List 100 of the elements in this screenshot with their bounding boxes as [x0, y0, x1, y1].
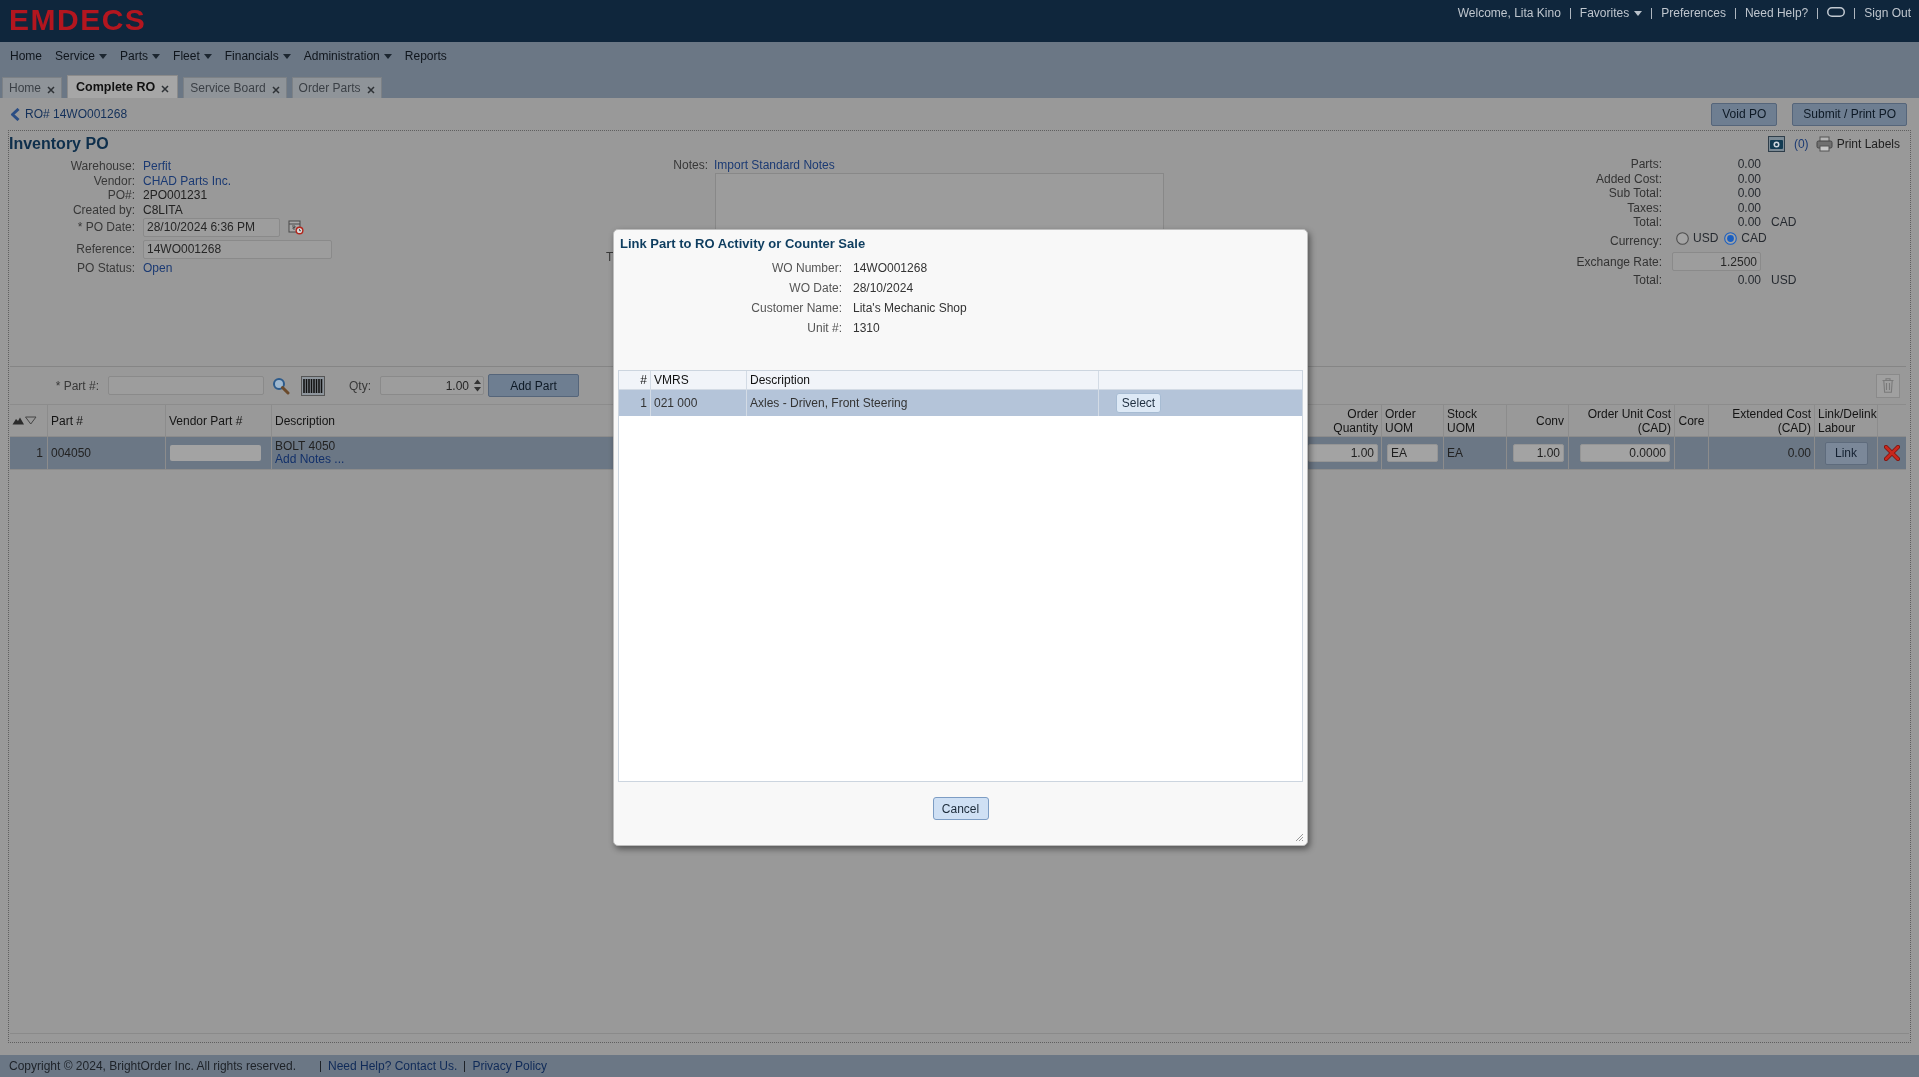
- vmrs-code: 021 000: [654, 395, 698, 412]
- caret-icon: [99, 53, 108, 59]
- currency-unit: CAD: [1771, 214, 1797, 232]
- barcode-icon[interactable]: [301, 375, 325, 396]
- info-label: WO Date:: [789, 280, 842, 297]
- part-number: 004050: [51, 445, 92, 462]
- printer-icon[interactable]: [1815, 135, 1833, 152]
- date-field[interactable]: 28/10/2024 6:36 PM: [143, 217, 280, 237]
- link-button[interactable]: Link: [1824, 441, 1868, 465]
- resize-grip-icon[interactable]: [1295, 833, 1304, 842]
- info-label: Unit #:: [807, 320, 842, 337]
- header-link[interactable]: Sign Out: [1864, 4, 1911, 22]
- field-label: T: [606, 250, 614, 264]
- field-label: PO Status:: [76, 259, 135, 277]
- column-header[interactable]: Core: [1678, 413, 1705, 428]
- caret-icon: [383, 53, 392, 59]
- column-header[interactable]: Description: [275, 413, 336, 428]
- column-header[interactable]: Vendor Part #: [169, 413, 243, 428]
- column-header[interactable]: Link/Delink Labour: [1818, 406, 1877, 435]
- dialog-title: Link Part to RO Activity or Counter Sale: [620, 236, 866, 252]
- table-row[interactable]: 1 021 000 Axles - Driven, Front Steering Select: [619, 390, 1302, 416]
- total-label: Currency:: [1610, 232, 1662, 250]
- page-title: Inventory PO: [9, 134, 109, 153]
- tab[interactable]: Complete RO: [67, 75, 179, 98]
- column-header[interactable]: Description: [750, 371, 811, 389]
- tab[interactable]: Service Board: [183, 77, 287, 98]
- search-icon[interactable]: [272, 376, 290, 395]
- unit-cost-field[interactable]: 0.0000: [1580, 444, 1670, 462]
- select-button[interactable]: Select: [1116, 393, 1161, 413]
- column-header[interactable]: Conv: [1536, 413, 1564, 428]
- radio-icon[interactable]: [1724, 231, 1738, 245]
- menu-item[interactable]: Administration: [303, 47, 392, 65]
- stock-uom: EA: [1447, 445, 1463, 462]
- currency-option[interactable]: CAD: [1724, 229, 1767, 247]
- info-value: 1310: [853, 320, 880, 337]
- back-icon[interactable]: [10, 107, 21, 121]
- copyright-text: Copyright © 2024, BrightOrder Inc. All rights reserved.: [9, 1058, 296, 1075]
- conv-field[interactable]: 1.00: [1513, 444, 1564, 462]
- column-header[interactable]: Order Quantity: [1333, 406, 1378, 435]
- menu-item[interactable]: Parts: [120, 47, 161, 65]
- vendor-part-field[interactable]: [170, 445, 261, 461]
- breadcrumb-link[interactable]: RO# 14WO001268: [10, 105, 128, 123]
- close-icon[interactable]: [366, 85, 375, 94]
- sort-icon[interactable]: [12, 416, 37, 425]
- header-link[interactable]: Need Help?: [1744, 4, 1809, 22]
- info-value: 14WO001268: [853, 260, 928, 277]
- field-label: Qty:: [349, 377, 371, 395]
- menu-item[interactable]: Service: [55, 47, 108, 65]
- action-button[interactable]: Void PO: [1711, 102, 1778, 126]
- calendar-clock-icon[interactable]: [288, 219, 304, 235]
- column-header[interactable]: Stock UOM: [1447, 406, 1477, 435]
- extended-cost: 0.00: [1787, 445, 1811, 462]
- radio-icon[interactable]: [1676, 231, 1689, 245]
- order-uom-field[interactable]: EA: [1387, 444, 1438, 462]
- menu-item[interactable]: Home: [10, 47, 42, 65]
- quantity-field[interactable]: 1.00: [380, 376, 484, 395]
- column-header[interactable]: #: [640, 371, 647, 389]
- footer-link[interactable]: Need Help? Contact Us.: [327, 1057, 458, 1075]
- trash-icon: [1882, 378, 1894, 393]
- column-header[interactable]: VMRS: [654, 371, 689, 389]
- menu-item[interactable]: Financials: [224, 47, 291, 65]
- caret-icon: [203, 53, 212, 59]
- info-label: WO Number:: [772, 260, 842, 277]
- exchange-rate-field[interactable]: 1.2500: [1672, 252, 1761, 271]
- close-icon[interactable]: [271, 85, 280, 94]
- total-label: Total:: [1633, 271, 1662, 289]
- total-label: Total:: [1633, 214, 1662, 232]
- header-link[interactable]: Preferences: [1661, 4, 1726, 22]
- camera-icon[interactable]: [1767, 135, 1785, 152]
- caret-icon: [1634, 10, 1643, 16]
- close-icon[interactable]: [47, 85, 55, 94]
- column-header[interactable]: Order UOM: [1385, 406, 1416, 435]
- action-button[interactable]: Submit / Print PO: [1792, 102, 1907, 126]
- order-quantity-field[interactable]: 1.00: [1308, 444, 1378, 462]
- row-number: 1: [36, 445, 43, 462]
- import-notes-link[interactable]: Import Standard Notes: [714, 156, 835, 174]
- field-label: * PO Date:: [77, 219, 135, 236]
- column-header[interactable]: Order Unit Cost (CAD): [1587, 406, 1671, 435]
- reference-field[interactable]: 14WO001268: [143, 239, 332, 259]
- favorites-dropdown[interactable]: Favorites: [1579, 4, 1643, 22]
- tab[interactable]: Order Parts: [291, 77, 382, 98]
- notes-field[interactable]: [715, 173, 1164, 229]
- add-part-button[interactable]: Add Part: [488, 374, 579, 397]
- row-number: 1: [640, 395, 647, 412]
- close-icon[interactable]: [161, 84, 170, 93]
- print-labels-button[interactable]: Print Labels: [1815, 134, 1900, 153]
- footer-link[interactable]: Privacy Policy: [472, 1057, 548, 1075]
- cancel-button[interactable]: Cancel: [932, 797, 989, 820]
- tab[interactable]: Home: [2, 77, 62, 98]
- activity-description: Axles - Driven, Front Steering: [750, 395, 908, 412]
- info-label: Customer Name:: [751, 300, 842, 317]
- total-label: Exchange Rate:: [1576, 253, 1662, 271]
- currency-unit: USD: [1771, 271, 1797, 289]
- delete-icon[interactable]: [1884, 445, 1900, 461]
- currency-option[interactable]: USD: [1676, 229, 1719, 247]
- column-header[interactable]: Extended Cost (CAD): [1732, 406, 1811, 435]
- spinner-icon[interactable]: [473, 378, 482, 393]
- column-header[interactable]: Part #: [51, 413, 83, 428]
- menu-item[interactable]: Reports: [404, 47, 447, 65]
- menu-item[interactable]: Fleet: [173, 47, 212, 65]
